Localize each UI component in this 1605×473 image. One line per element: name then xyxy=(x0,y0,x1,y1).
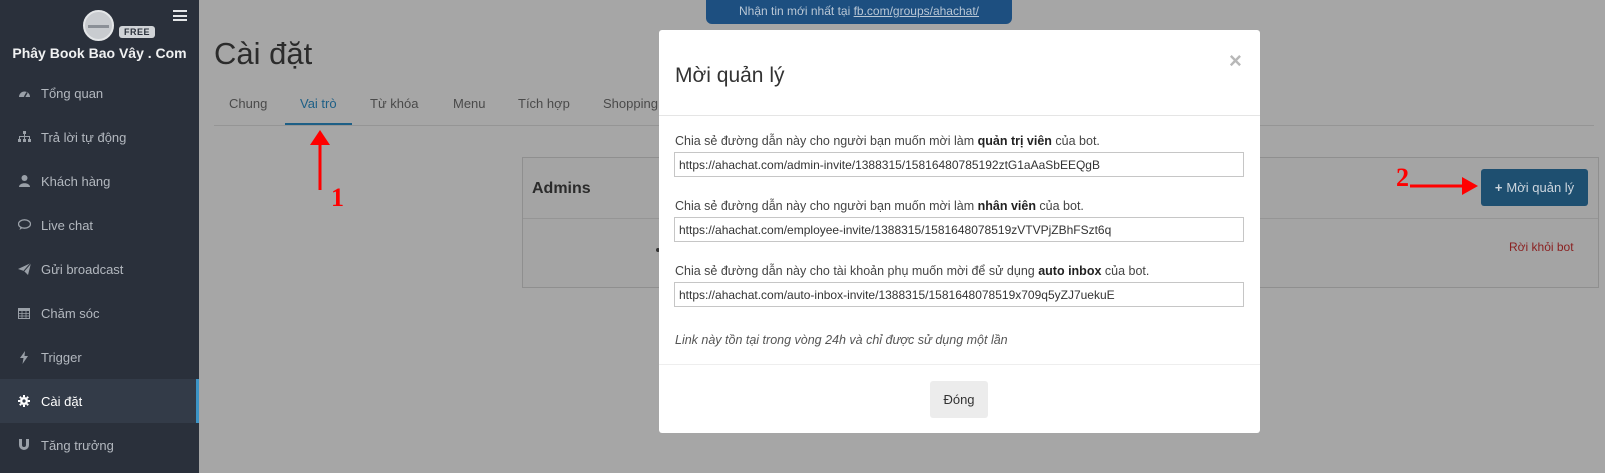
annotation-arrowhead-2 xyxy=(1462,177,1478,195)
employee-invite-description: Chia sẻ đường dẫn này cho người bạn muốn… xyxy=(675,199,1084,213)
admin-invite-description: Chia sẻ đường dẫn này cho người bạn muốn… xyxy=(675,134,1100,148)
close-icon[interactable]: × xyxy=(1229,48,1242,74)
employee-invite-url-field[interactable] xyxy=(674,217,1244,242)
modal-footer-divider xyxy=(659,364,1260,365)
auto-inbox-invite-url-field[interactable] xyxy=(674,282,1244,307)
modal-header: Mời quản lý × xyxy=(659,30,1260,116)
link-expiry-note: Link này tồn tại trong vòng 24h và chỉ đ… xyxy=(675,333,1008,347)
annotation-number-2: 2 xyxy=(1396,163,1409,192)
invite-admin-modal: Mời quản lý × Chia sẻ đường dẫn này cho … xyxy=(659,30,1260,433)
annotation-number-1: 1 xyxy=(331,183,344,212)
admin-invite-url-field[interactable] xyxy=(674,152,1244,177)
close-button[interactable]: Đóng xyxy=(930,381,988,418)
annotation-arrowhead-1 xyxy=(310,130,330,145)
modal-title: Mời quản lý xyxy=(675,64,785,87)
auto-inbox-invite-description: Chia sẻ đường dẫn này cho tài khoản phụ … xyxy=(675,264,1150,278)
